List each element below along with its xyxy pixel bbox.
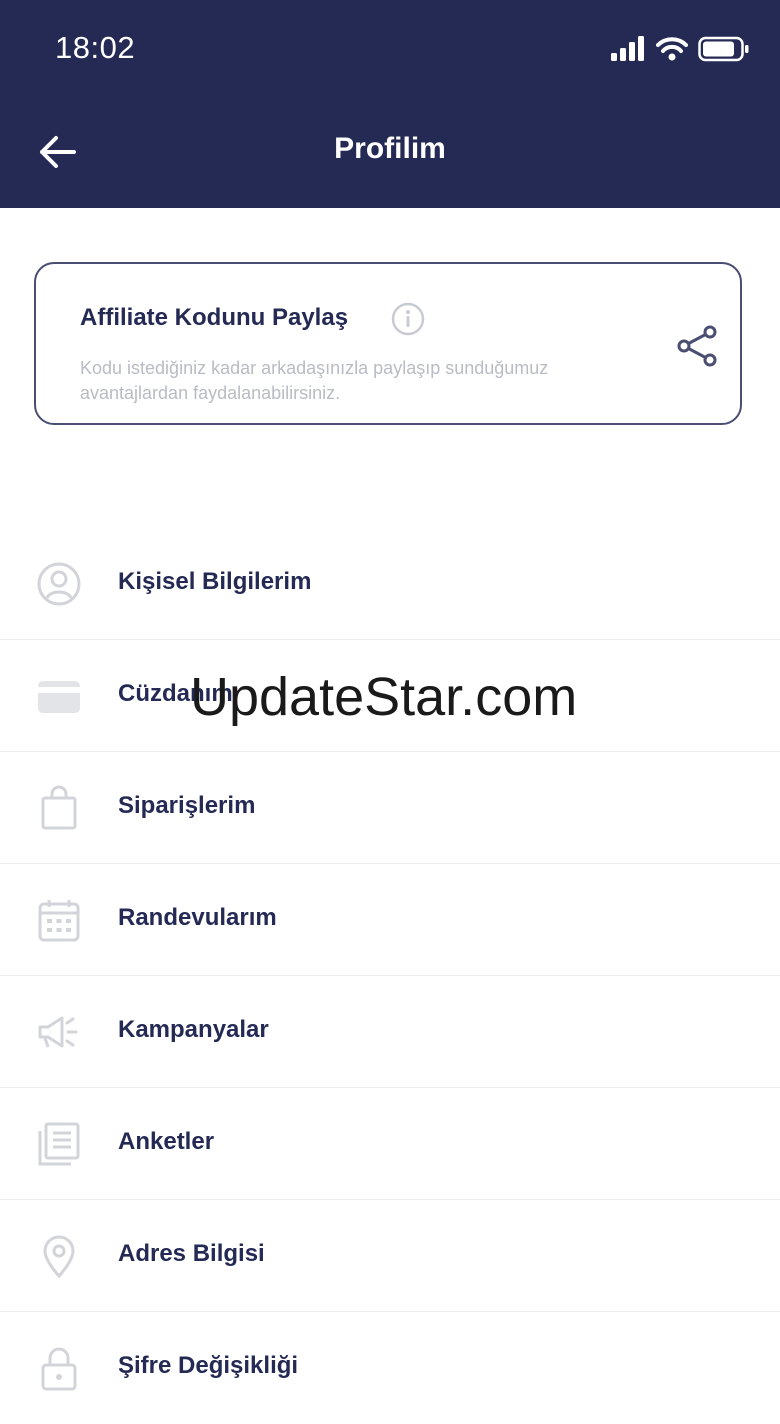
menu-item-label: Siparişlerim xyxy=(118,792,256,819)
menu-item-surveys[interactable]: Anketler xyxy=(0,1088,780,1200)
wallet-icon xyxy=(38,681,80,713)
user-icon xyxy=(37,562,81,606)
menu-item-wallet[interactable]: Cüzdanım xyxy=(0,640,780,752)
menu-item-label: Anketler xyxy=(118,1128,215,1155)
shopping-bag-icon xyxy=(41,785,77,830)
menu-item-label: Adres Bilgisi xyxy=(118,1240,265,1267)
calendar-icon xyxy=(38,900,80,942)
location-pin-icon xyxy=(43,1235,75,1279)
status-time: 18:02 xyxy=(55,30,136,65)
top-header: 18:02 Profilim xyxy=(0,0,780,208)
battery-icon xyxy=(698,36,749,62)
survey-icon xyxy=(38,1122,80,1166)
menu-item-password-change[interactable]: Şifre Değişikliği xyxy=(0,1312,780,1424)
menu-item-appointments[interactable]: Randevularım xyxy=(0,864,780,976)
menu-item-label: Şifre Değişikliği xyxy=(118,1352,299,1379)
affiliate-title: Affiliate Kodunu Paylaş xyxy=(80,304,349,331)
page-title: Profilim xyxy=(334,132,446,165)
lock-icon xyxy=(41,1347,77,1391)
affiliate-card[interactable]: Affiliate Kodunu Paylaş Kodu istediğiniz… xyxy=(34,262,742,425)
menu-item-orders[interactable]: Siparişlerim xyxy=(0,752,780,864)
menu-item-address[interactable]: Adres Bilgisi xyxy=(0,1200,780,1312)
menu-item-personal-info[interactable]: Kişisel Bilgilerim xyxy=(0,528,780,640)
status-icons xyxy=(610,36,752,62)
wifi-icon xyxy=(656,37,688,61)
share-icon[interactable] xyxy=(676,324,720,368)
signal-icon xyxy=(611,36,644,61)
affiliate-description: Kodu istediğiniz kadar arkadaşınızla pay… xyxy=(80,358,549,403)
menu-item-campaigns[interactable]: Kampanyalar xyxy=(0,976,780,1088)
profile-menu: Kişisel Bilgilerim Cüzdanım Siparişlerim… xyxy=(0,528,780,1424)
menu-item-label: Randevularım xyxy=(118,904,277,931)
menu-item-label: Kampanyalar xyxy=(118,1016,269,1043)
menu-item-label: Cüzdanım xyxy=(118,680,233,707)
menu-item-label: Kişisel Bilgilerim xyxy=(118,568,312,595)
megaphone-icon xyxy=(38,1016,78,1048)
info-icon[interactable] xyxy=(391,302,425,336)
